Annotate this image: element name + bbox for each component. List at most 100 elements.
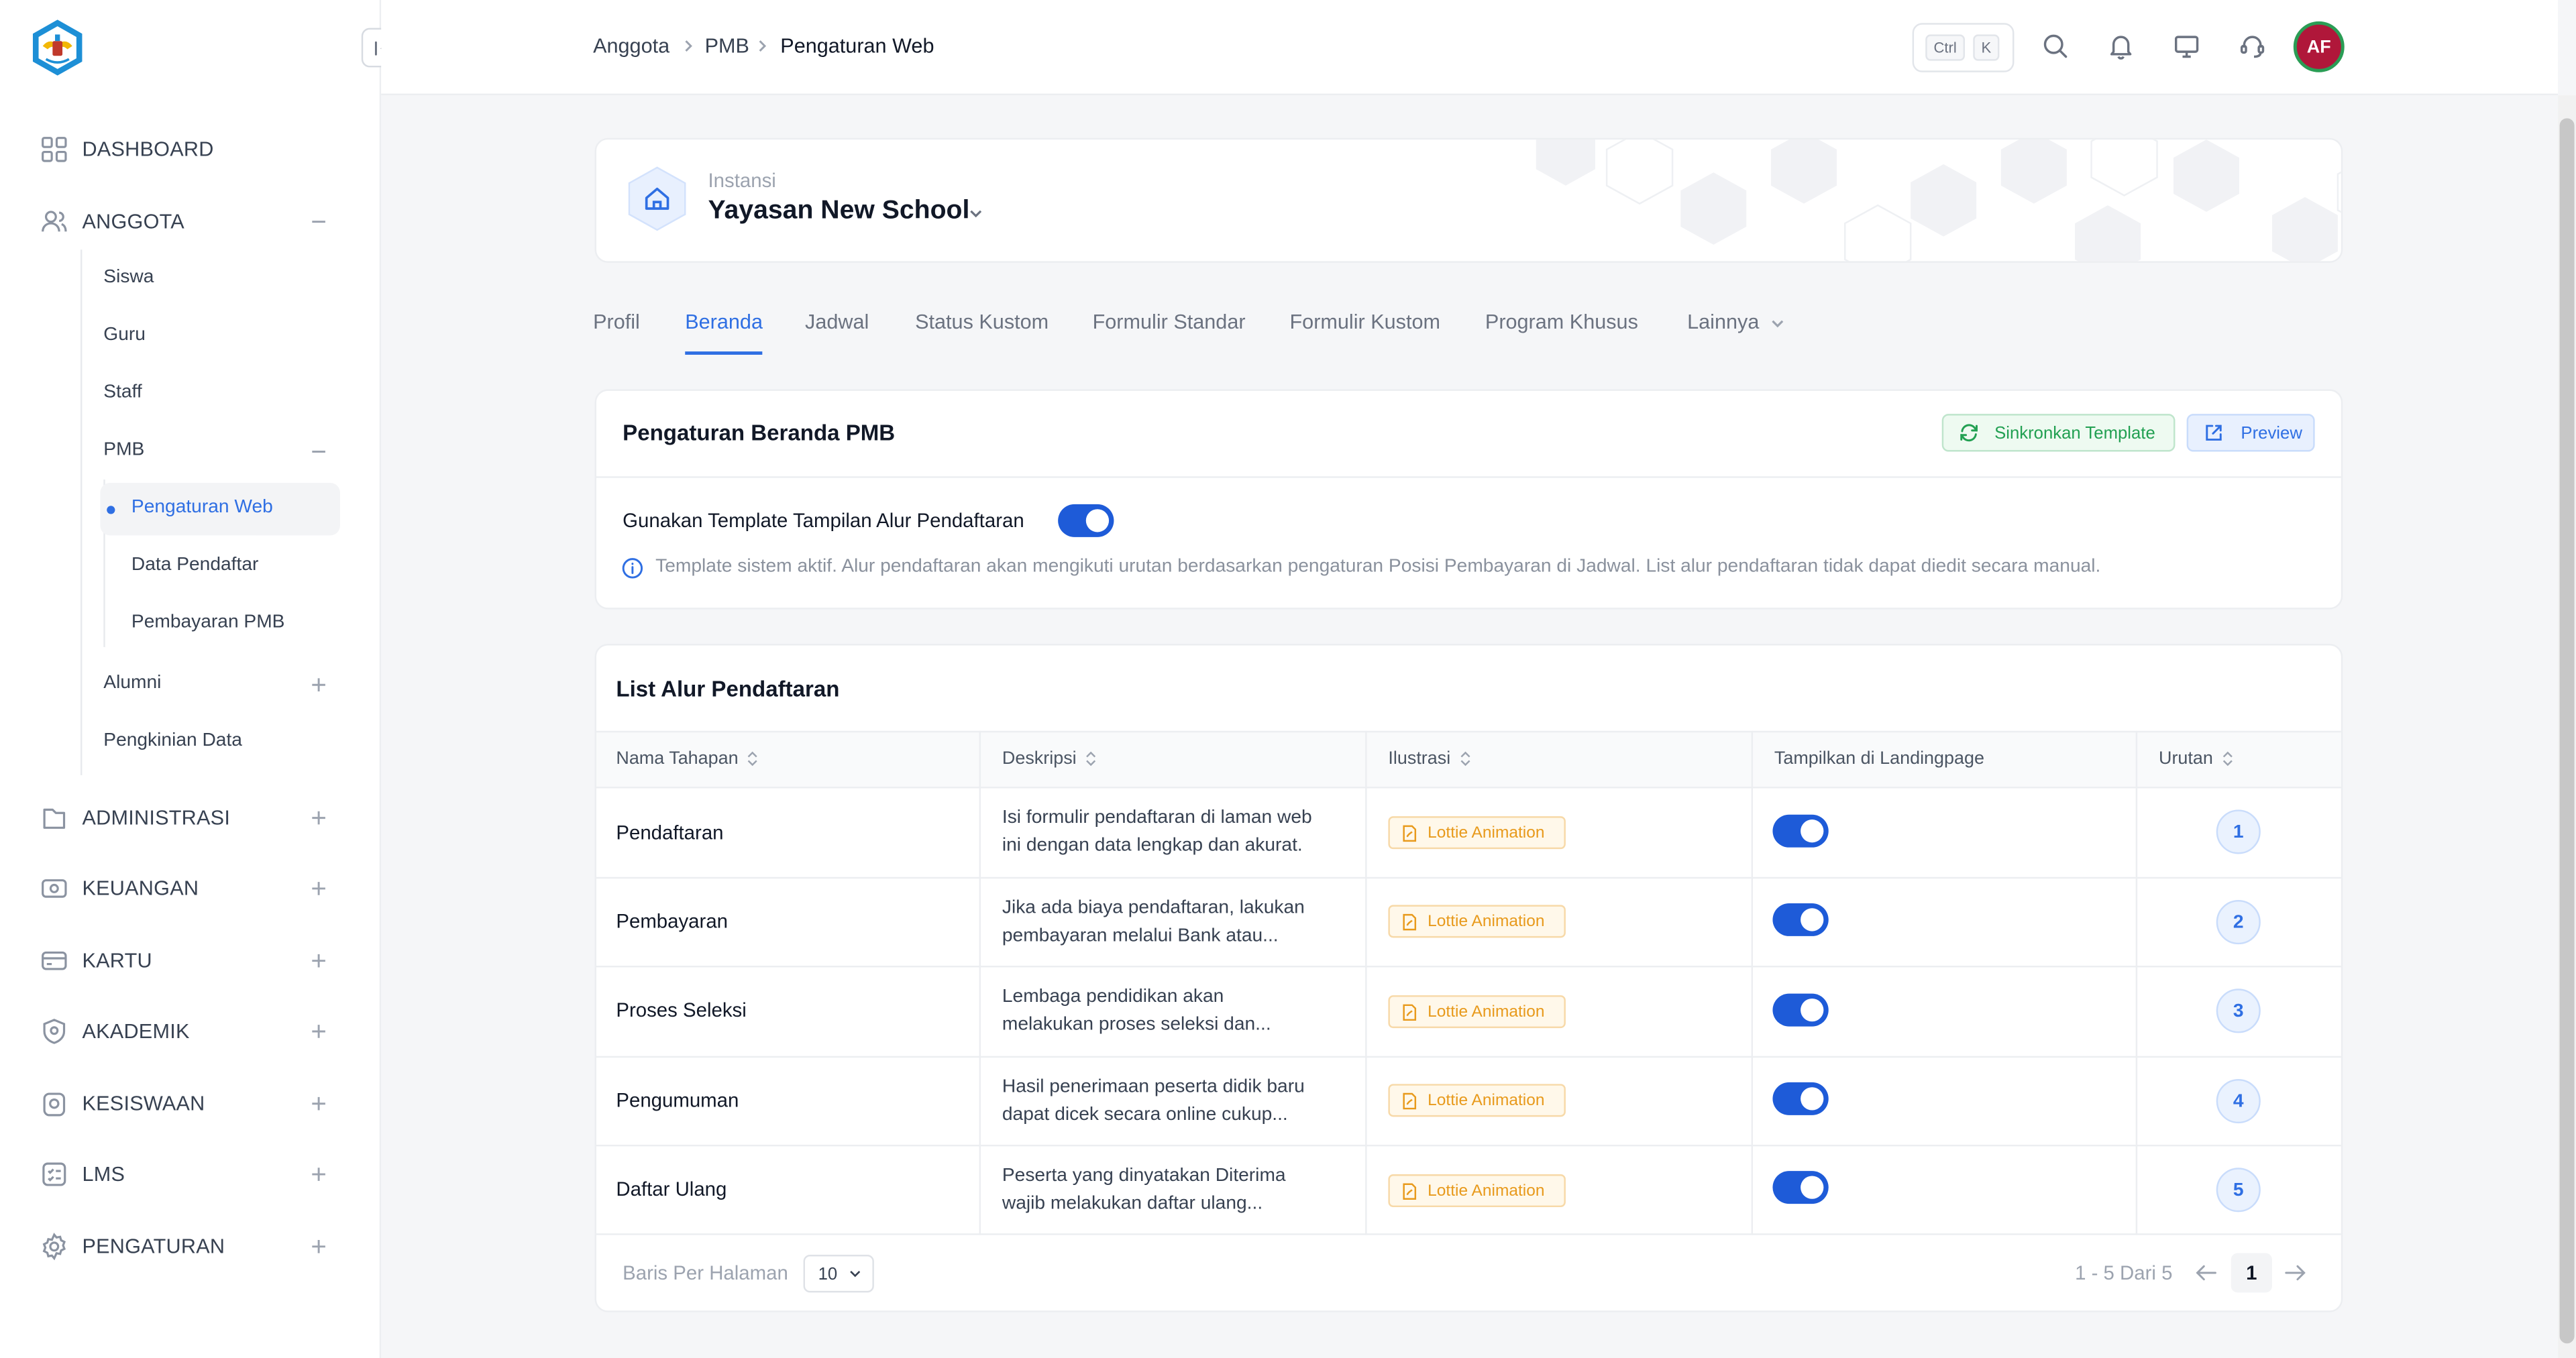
tab-profil[interactable]: Profil — [593, 310, 640, 333]
row-5-illustration-badge[interactable]: Lottie Animation — [1388, 1174, 1566, 1208]
list-icon — [40, 1159, 69, 1189]
chevron-right-icon — [759, 40, 767, 52]
expand-plus-icon[interactable] — [311, 809, 327, 826]
row-4-name: Pengumuman — [616, 1088, 739, 1112]
nav-akademik[interactable]: AKADEMIK — [40, 1013, 190, 1050]
nav-dashboard[interactable]: DASHBOARD — [40, 131, 214, 168]
nav-kartu[interactable]: KARTU — [40, 943, 152, 979]
expand-plus-icon[interactable] — [311, 1023, 327, 1039]
expand-plus-icon[interactable] — [311, 677, 327, 693]
row-2-illustration-badge[interactable]: Lottie Animation — [1388, 905, 1566, 938]
settings-title: Pengaturan Beranda PMB — [623, 420, 896, 445]
row-1-illustration-badge[interactable]: Lottie Animation — [1388, 816, 1566, 850]
kbd-k: K — [1973, 34, 2000, 61]
column-header-deskripsi[interactable]: Deskripsi — [1002, 749, 1098, 769]
sidebar-item-pengkinian-data[interactable]: Pengkinian Data — [103, 731, 242, 750]
arrow-right-icon[interactable] — [2284, 1263, 2306, 1282]
row-4-landing-toggle[interactable] — [1772, 1082, 1829, 1115]
tab-program-khusus[interactable]: Program Khusus — [1485, 310, 1638, 333]
collapse-minus-icon[interactable] — [311, 213, 327, 229]
column-header-urutan[interactable]: Urutan — [2159, 749, 2235, 769]
external-link-icon — [2206, 425, 2222, 441]
column-header-label: Ilustrasi — [1388, 748, 1451, 769]
nav-administrasi[interactable]: ADMINISTRASI — [40, 800, 230, 836]
preview-button[interactable]: Preview — [2186, 414, 2315, 452]
badge-label: Lottie Animation — [1428, 824, 1545, 842]
sidebar-item-pengaturan-web[interactable]: Pengaturan Web — [131, 498, 273, 517]
instansi-label: Instansi — [708, 169, 776, 192]
sidebar-item-pembayaran-pmb[interactable]: Pembayaran PMB — [131, 612, 285, 632]
tab-lainnya[interactable]: Lainnya — [1687, 310, 1759, 333]
breadcrumb-anggota[interactable]: Anggota — [593, 34, 669, 57]
chevron-down-icon — [849, 1270, 860, 1278]
rows-per-page-select[interactable]: 10 — [803, 1255, 874, 1293]
tut-wuri-handayani-logo[interactable] — [28, 18, 87, 77]
money-icon — [40, 874, 69, 903]
row-3-desc: Lembaga pendidikan akan melakukan proses … — [1002, 984, 1347, 1039]
row-3-illustration-badge[interactable]: Lottie Animation — [1388, 995, 1566, 1029]
template-toggle[interactable] — [1058, 504, 1114, 537]
sync-template-button[interactable]: Sinkronkan Template — [1941, 414, 2176, 452]
sidebar-item-pmb[interactable]: PMB — [103, 440, 144, 459]
student-icon — [40, 1089, 69, 1119]
nav-label: KESISWAAN — [82, 1092, 205, 1115]
desc-line: melakukan proses seleksi dan... — [1002, 1015, 1271, 1035]
row-divider — [596, 876, 2341, 879]
row-divider — [596, 966, 2341, 968]
breadcrumb-pmb[interactable]: PMB — [705, 34, 749, 57]
active-dot-icon — [107, 506, 115, 514]
dashboard-icon — [40, 135, 69, 164]
sidebar-item-data-pendaftar[interactable]: Data Pendaftar — [131, 555, 258, 575]
command-palette-shortcut[interactable]: Ctrl K — [1912, 23, 2015, 72]
sidebar-item-alumni[interactable]: Alumni — [103, 673, 161, 693]
pagination-page-1[interactable]: 1 — [2231, 1253, 2272, 1293]
sidebar-item-guru[interactable]: Guru — [103, 325, 146, 345]
file-animation-icon — [1403, 1003, 1417, 1020]
support-icon[interactable] — [2238, 32, 2267, 61]
tab-status-kustom[interactable]: Status Kustom — [915, 310, 1049, 333]
tab-jadwal[interactable]: Jadwal — [805, 310, 869, 333]
row-4-illustration-badge[interactable]: Lottie Animation — [1388, 1084, 1566, 1117]
row-2-landing-toggle[interactable] — [1772, 903, 1829, 936]
instansi-selector[interactable]: Yayasan New School — [708, 197, 970, 227]
sidebar-item-staff[interactable]: Staff — [103, 383, 142, 402]
refresh-icon — [1960, 424, 1978, 442]
expand-plus-icon[interactable] — [311, 952, 327, 968]
row-5-landing-toggle[interactable] — [1772, 1171, 1829, 1204]
sort-icon — [1086, 751, 1096, 767]
expand-plus-icon[interactable] — [311, 1239, 327, 1255]
page-scrollbar-thumb[interactable] — [2559, 118, 2575, 1344]
row-3-landing-toggle[interactable] — [1772, 993, 1829, 1027]
nav-pengaturan[interactable]: PENGATURAN — [40, 1229, 225, 1265]
column-header-nama-tahapan[interactable]: Nama Tahapan — [616, 749, 759, 769]
arrow-left-icon[interactable] — [2195, 1263, 2218, 1282]
tab-formulir-kustom[interactable]: Formulir Kustom — [1289, 310, 1440, 333]
card-icon — [40, 946, 69, 976]
user-avatar[interactable]: AF — [2293, 21, 2345, 72]
row-1-order-badge: 1 — [2216, 809, 2261, 854]
nav-lms[interactable]: LMS — [40, 1156, 125, 1192]
desc-line: Lembaga pendidikan akan — [1002, 986, 1224, 1007]
chevron-down-icon[interactable] — [1770, 315, 1786, 331]
chevron-right-icon — [685, 40, 692, 52]
expand-plus-icon[interactable] — [311, 881, 327, 897]
tab-formulir-standar[interactable]: Formulir Standar — [1093, 310, 1246, 333]
column-header-ilustrasi[interactable]: Ilustrasi — [1388, 749, 1472, 769]
collapse-minus-icon[interactable] — [311, 443, 327, 459]
expand-plus-icon[interactable] — [311, 1166, 327, 1182]
nav-kesiswaan[interactable]: KESISWAAN — [40, 1086, 205, 1122]
nav-keuangan[interactable]: KEUANGAN — [40, 870, 199, 907]
desc-line: Isi formulir pendaftaran di laman web — [1002, 807, 1312, 828]
monitor-icon[interactable] — [2172, 32, 2202, 61]
nav-anggota[interactable]: ANGGOTA — [40, 204, 184, 240]
expand-plus-icon[interactable] — [311, 1095, 327, 1111]
row-divider — [596, 1233, 2341, 1235]
file-animation-icon — [1403, 913, 1417, 930]
preview-label: Preview — [2241, 422, 2302, 443]
sidebar-item-siswa[interactable]: Siswa — [103, 268, 154, 287]
row-1-landing-toggle[interactable] — [1772, 814, 1829, 848]
search-icon[interactable] — [2041, 32, 2070, 61]
chevron-down-icon[interactable] — [967, 205, 983, 221]
tab-beranda[interactable]: Beranda — [685, 310, 763, 333]
bell-icon[interactable] — [2106, 32, 2136, 61]
